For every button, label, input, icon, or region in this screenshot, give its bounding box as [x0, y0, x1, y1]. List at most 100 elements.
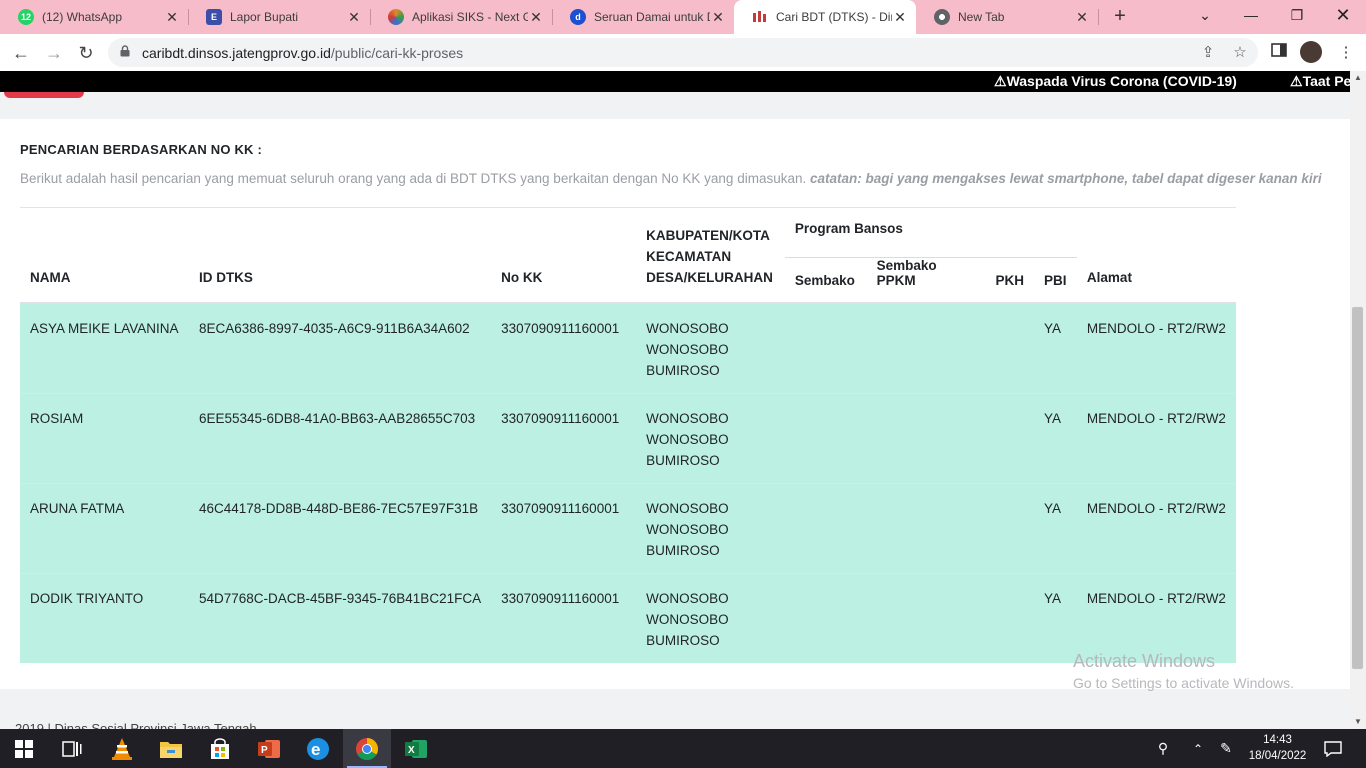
cell-no-kk: 3307090911160001	[501, 590, 620, 606]
pen-icon[interactable]: ✎	[1214, 729, 1238, 768]
close-icon[interactable]: ✕	[528, 9, 544, 25]
share-icon[interactable]: ⇪	[1198, 43, 1218, 63]
new-tab-button[interactable]: +	[1109, 5, 1131, 27]
side-panel-icon[interactable]	[1268, 42, 1290, 64]
clock-time: 14:43	[1263, 734, 1292, 746]
page-scrollbar[interactable]: ▲ ▼	[1350, 71, 1366, 729]
cell-alamat: MENDOLO - RT2/RW2	[1086, 410, 1226, 426]
cell-pkh	[985, 483, 1034, 573]
vlc-icon[interactable]	[98, 729, 146, 768]
cell-nama: ASYA MEIKE LAVANINA	[30, 320, 179, 336]
col-header-pbi: PBI	[1043, 272, 1067, 288]
cell-wilayah: WONOSOBO WONOSOBO BUMIROSO	[646, 500, 729, 558]
tab-title: (12) WhatsApp	[42, 10, 123, 24]
col-header-sembako-ppkm: Sembako PPKM	[876, 257, 937, 288]
reload-button[interactable]: ↻	[73, 40, 99, 66]
cell-alamat: MENDOLO - RT2/RW2	[1086, 500, 1226, 516]
nav-button-partial[interactable]	[4, 92, 84, 98]
chrome-taskbar-icon[interactable]	[343, 729, 391, 768]
cell-sembako-ppkm	[867, 573, 986, 663]
col-header-id-dtks: ID DTKS	[198, 269, 253, 285]
tab-title: New Tab	[958, 10, 1005, 24]
results-card: PENCARIAN BERDASARKAN NO KK : Berikut ad…	[0, 119, 1350, 689]
tab-whatsapp[interactable]: 12 (12) WhatsApp ✕	[0, 0, 188, 34]
tab-cari-bdt[interactable]: Cari BDT (DTKS) - Dins ✕	[734, 0, 916, 34]
svg-text:X: X	[408, 745, 415, 756]
tab-seruan-damai[interactable]: d Seruan Damai untuk D ✕	[552, 0, 734, 34]
cell-pkh	[985, 303, 1034, 394]
people-icon[interactable]: ⚲	[1150, 729, 1176, 768]
notification-icon[interactable]	[1318, 729, 1348, 768]
col-header-pkh: PKH	[995, 272, 1024, 288]
browser-tab-strip: 12 (12) WhatsApp ✕ E Lapor Bupati ✕ Apli…	[0, 0, 1366, 34]
tab-separator	[1098, 9, 1099, 25]
powerpoint-icon[interactable]: P	[245, 729, 293, 768]
bookmark-star-icon[interactable]: ☆	[1230, 43, 1250, 63]
close-icon[interactable]: ✕	[346, 9, 362, 25]
whatsapp-icon: 12	[18, 9, 34, 25]
tab-new-tab[interactable]: New Tab ✕	[916, 0, 1098, 34]
edge-icon[interactable]: e	[294, 729, 342, 768]
excel-icon[interactable]: X	[392, 729, 440, 768]
chevron-up-icon[interactable]: ⌃	[1186, 729, 1210, 768]
windows-taskbar: P e X ⚲ ⌃ ✎ 14:43 18/04/2022	[0, 729, 1366, 768]
cell-no-kk: 3307090911160001	[501, 500, 620, 516]
search-heading: PENCARIAN BERDASARKAN NO KK :	[20, 142, 262, 157]
table-row: ROSIAM 6EE55345-6DB8-41A0-BB63-AAB28655C…	[20, 393, 1236, 483]
forward-button[interactable]: →	[41, 40, 67, 66]
cell-sembako-ppkm	[867, 483, 986, 573]
address-bar[interactable]: caribdt.dinsos.jatengprov.go.id/public/c…	[108, 38, 1258, 67]
back-button[interactable]: ←	[8, 40, 34, 66]
cell-sembako	[785, 573, 867, 663]
url-host: caribdt.dinsos.jatengprov.go.id	[142, 45, 331, 61]
col-header-wilayah: KABUPATEN/KOTA KECAMATAN DESA/KELURAHAN	[646, 227, 773, 285]
cell-id-dtks: 6EE55345-6DB8-41A0-BB63-AAB28655C703	[198, 410, 476, 426]
cell-id-dtks: 8ECA6386-8997-4035-A6C9-911B6A34A602	[198, 320, 470, 336]
dinsos-icon	[752, 9, 768, 25]
file-explorer-icon[interactable]	[147, 729, 195, 768]
close-icon[interactable]: ✕	[164, 9, 180, 25]
scroll-up-arrow[interactable]: ▲	[1350, 71, 1366, 85]
cell-sembako	[785, 483, 867, 573]
tab-title: Cari BDT (DTKS) - Dins	[776, 10, 892, 24]
cell-pbi: YA	[1043, 410, 1061, 426]
browser-toolbar: ← → ↻ caribdt.dinsos.jatengprov.go.id/pu…	[0, 34, 1366, 71]
profile-avatar[interactable]	[1300, 41, 1322, 63]
page-viewport: ⚠Waspada Virus Corona (COVID-19) ⚠Taat P…	[0, 71, 1350, 729]
lock-icon	[120, 45, 130, 57]
scroll-down-arrow[interactable]: ▼	[1350, 715, 1366, 729]
task-view-icon[interactable]	[48, 729, 96, 768]
tab-siks[interactable]: Aplikasi SIKS - Next G ✕	[370, 0, 552, 34]
close-icon[interactable]: ✕	[710, 9, 726, 25]
restore-button[interactable]: ❐	[1274, 0, 1320, 30]
close-icon[interactable]: ✕	[1074, 9, 1090, 25]
activate-windows-watermark: Activate Windows Go to Settings to activ…	[1073, 651, 1294, 691]
system-clock[interactable]: 14:43 18/04/2022	[1240, 732, 1315, 764]
menu-icon[interactable]: ⋮	[1335, 42, 1357, 64]
clock-date: 18/04/2022	[1248, 750, 1307, 762]
search-note: catatan: bagi yang mengakses lewat smart…	[810, 171, 1322, 186]
cell-nama: ROSIAM	[30, 410, 84, 426]
store-icon[interactable]	[196, 729, 244, 768]
close-icon[interactable]: ✕	[892, 9, 908, 25]
minimize-button[interactable]: —	[1228, 0, 1274, 30]
cell-wilayah: WONOSOBO WONOSOBO BUMIROSO	[646, 410, 729, 468]
cell-no-kk: 3307090911160001	[501, 320, 620, 336]
cell-sembako-ppkm	[867, 303, 986, 394]
svg-text:P: P	[261, 745, 268, 756]
col-header-alamat: Alamat	[1086, 269, 1132, 285]
start-icon[interactable]	[0, 729, 48, 768]
siks-icon	[388, 9, 404, 25]
tab-title: Lapor Bupati	[230, 10, 299, 24]
col-header-sembako: Sembako	[794, 272, 855, 288]
cell-pkh	[985, 573, 1034, 663]
close-window-button[interactable]: ✕	[1320, 0, 1366, 30]
cell-sembako-ppkm	[867, 393, 986, 483]
cell-pbi: YA	[1043, 590, 1061, 606]
tab-lapor-bupati[interactable]: E Lapor Bupati ✕	[188, 0, 370, 34]
scrollbar-thumb[interactable]	[1352, 307, 1363, 669]
col-header-program-bansos: Program Bansos	[784, 217, 1077, 258]
cell-alamat: MENDOLO - RT2/RW2	[1086, 590, 1226, 606]
col-header-nama: NAMA	[30, 269, 71, 285]
tab-search-icon[interactable]: ⌄	[1182, 0, 1228, 30]
